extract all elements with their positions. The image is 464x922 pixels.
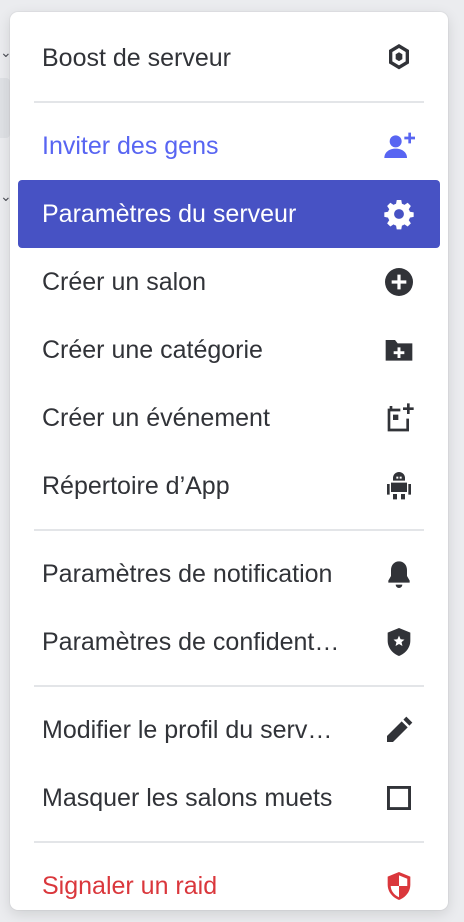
menu-item-label: Boost de serveur <box>42 43 231 72</box>
menu-item-label: Inviter des gens <box>42 131 219 160</box>
menu-separator <box>34 841 424 843</box>
menu-item-label: Répertoire d’App <box>42 471 230 500</box>
menu-separator <box>34 529 424 531</box>
menu-item-hide-muted-channels[interactable]: Masquer les salons muets <box>26 764 432 832</box>
menu-item-app-directory[interactable]: Répertoire d’App <box>26 452 432 520</box>
gear-icon <box>382 197 416 231</box>
boost-icon <box>382 41 416 75</box>
bell-icon <box>382 557 416 591</box>
menu-item-privacy-settings[interactable]: Paramètres de confident… <box>26 608 432 676</box>
folder-plus-icon <box>382 333 416 367</box>
robot-icon <box>382 469 416 503</box>
menu-item-edit-server-profile[interactable]: Modifier le profil du serv… <box>26 696 432 764</box>
menu-item-label: Signaler un raid <box>42 871 218 900</box>
menu-item-label: Paramètres de confident… <box>42 627 340 656</box>
menu-item-create-channel[interactable]: Créer un salon <box>26 248 432 316</box>
shield-alert-icon <box>382 869 416 903</box>
pencil-icon <box>382 713 416 747</box>
plus-circle-icon <box>382 265 416 299</box>
menu-item-server-boost[interactable]: Boost de serveur <box>26 24 432 92</box>
calendar-plus-icon <box>382 401 416 435</box>
server-context-menu: Boost de serveur Inviter des gens Paramè… <box>10 12 448 910</box>
menu-item-create-event[interactable]: Créer un événement <box>26 384 432 452</box>
checkbox-icon[interactable] <box>382 781 416 815</box>
background-channel-strip <box>0 78 10 138</box>
shield-star-icon <box>382 625 416 659</box>
menu-item-label: Paramètres de notification <box>42 559 333 588</box>
menu-item-report-raid[interactable]: Signaler un raid <box>26 852 432 920</box>
menu-item-notification-settings[interactable]: Paramètres de notification <box>26 540 432 608</box>
menu-item-invite-people[interactable]: Inviter des gens <box>26 112 432 180</box>
add-user-icon <box>382 129 416 163</box>
menu-item-label: Créer un événement <box>42 403 270 432</box>
menu-item-create-category[interactable]: Créer une catégorie <box>26 316 432 384</box>
menu-item-label: Créer une catégorie <box>42 335 263 364</box>
menu-item-label: Modifier le profil du serv… <box>42 715 333 744</box>
menu-item-server-settings[interactable]: Paramètres du serveur <box>18 180 440 248</box>
menu-item-label: Créer un salon <box>42 267 206 296</box>
menu-item-label: Masquer les salons muets <box>42 783 333 812</box>
menu-separator <box>34 101 424 103</box>
menu-item-label: Paramètres du serveur <box>42 199 297 228</box>
menu-separator <box>34 685 424 687</box>
